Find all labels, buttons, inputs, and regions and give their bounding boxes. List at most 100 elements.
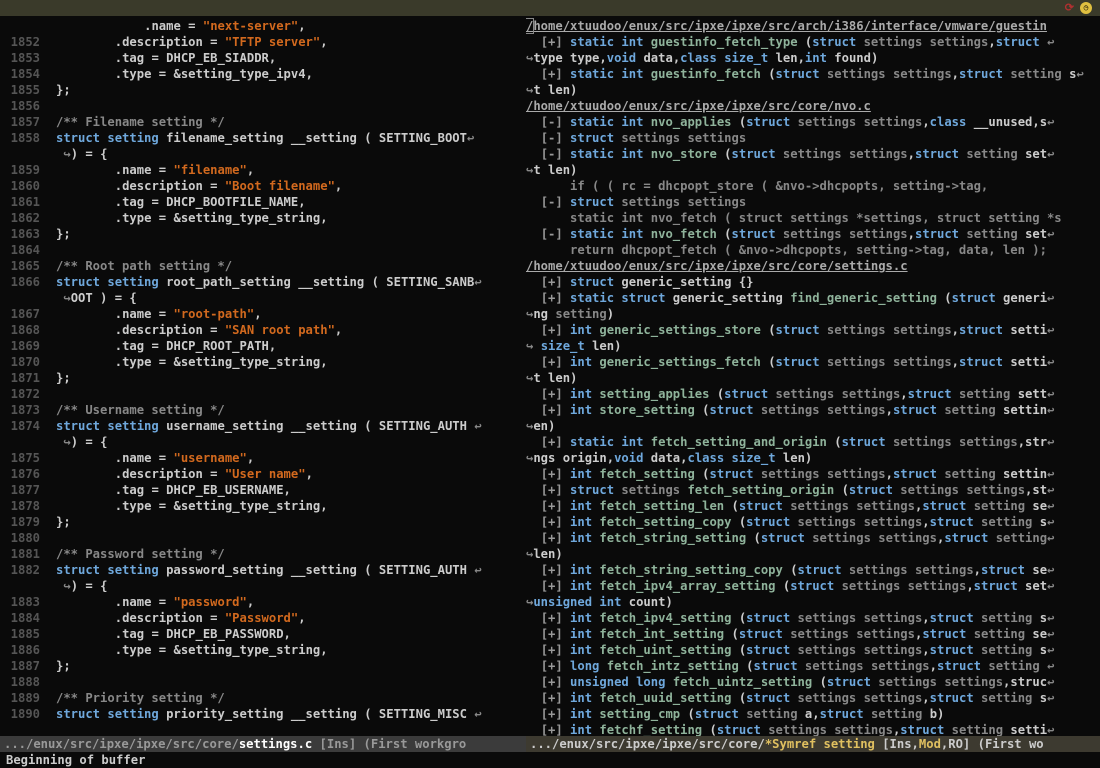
symref-path[interactable]: /home/xtuudoo/enux/src/ipxe/ipxe/src/arc… (526, 18, 1100, 34)
code-line[interactable]: 1888 (0, 674, 526, 690)
code-line[interactable]: 1866struct setting root_path_setting __s… (0, 274, 526, 290)
code-line[interactable]: 1868 .description = "SAN root path", (0, 322, 526, 338)
code-line[interactable]: 1882struct setting password_setting __se… (0, 562, 526, 578)
code-line[interactable]: 1863}; (0, 226, 526, 242)
code-line[interactable]: 1864 (0, 242, 526, 258)
symref-line[interactable]: [+] int generic_settings_fetch (struct s… (526, 354, 1100, 370)
code-line[interactable]: 1854 .type = &setting_type_ipv4, (0, 66, 526, 82)
symref-line[interactable]: [+] int store_setting (struct settings s… (526, 402, 1100, 418)
symref-line[interactable]: [+] int fetch_setting (struct settings s… (526, 466, 1100, 482)
symref-line[interactable]: [-] static int nvo_store (struct setting… (526, 146, 1100, 162)
symref-line[interactable]: [+] int setting_applies (struct settings… (526, 386, 1100, 402)
code-line[interactable]: 1880 (0, 530, 526, 546)
code-line[interactable]: 1856 (0, 98, 526, 114)
symref-line[interactable]: [+] int fetch_uuid_setting (struct setti… (526, 690, 1100, 706)
modeline-right[interactable]: .../enux/src/ipxe/ipxe/src/core/*Symref … (526, 736, 1100, 752)
symref-line[interactable]: [+] unsigned long fetch_uintz_setting (s… (526, 674, 1100, 690)
code-line[interactable]: 1874struct setting username_setting __se… (0, 418, 526, 434)
modeline-path: .../enux/src/ipxe/ipxe/src/core/ (530, 737, 765, 751)
symref-line[interactable]: [+] int fetch_ipv4_setting (struct setti… (526, 610, 1100, 626)
symref-line[interactable]: ↪ngs origin,void data,class size_t len) (526, 450, 1100, 466)
code-line[interactable]: 1871}; (0, 370, 526, 386)
symref-line[interactable]: ↪en) (526, 418, 1100, 434)
code-line[interactable]: 1877 .tag = DHCP_EB_USERNAME, (0, 482, 526, 498)
modeline-ro: ,RO] (First wo (941, 737, 1044, 751)
symref-line[interactable]: [-] static int nvo_fetch (struct setting… (526, 226, 1100, 242)
code-line[interactable]: ↪) = { (0, 146, 526, 162)
code-line[interactable]: 1852 .description = "TFTP server", (0, 34, 526, 50)
modeline-filename: *Symref setting (765, 737, 875, 751)
code-line[interactable]: 1889/** Priority setting */ (0, 690, 526, 706)
code-line[interactable]: 1890struct setting priority_setting __se… (0, 706, 526, 722)
code-line[interactable]: ↪) = { (0, 578, 526, 594)
code-line[interactable]: 1860 .description = "Boot filename", (0, 178, 526, 194)
symref-line[interactable]: [+] struct settings fetch_setting_origin… (526, 482, 1100, 498)
code-line[interactable]: 1886 .type = &setting_type_string, (0, 642, 526, 658)
code-line[interactable]: 1885 .tag = DHCP_EB_PASSWORD, (0, 626, 526, 642)
code-line[interactable]: 1862 .type = &setting_type_string, (0, 210, 526, 226)
code-line[interactable]: 1861 .tag = DHCP_BOOTFILE_NAME, (0, 194, 526, 210)
symref-line[interactable]: ↪type type,void data,class size_t len,in… (526, 50, 1100, 66)
symref-line[interactable]: static int nvo_fetch ( struct settings *… (526, 210, 1100, 226)
code-line[interactable]: .name = "next-server", (0, 18, 526, 34)
code-line[interactable]: 1876 .description = "User name", (0, 466, 526, 482)
symref-line[interactable]: [+] int generic_settings_store (struct s… (526, 322, 1100, 338)
code-line[interactable]: 1875 .name = "username", (0, 450, 526, 466)
symref-line[interactable]: ↪t len) (526, 162, 1100, 178)
symref-line[interactable]: [+] struct generic_setting {} (526, 274, 1100, 290)
code-line[interactable]: 1878 .type = &setting_type_string, (0, 498, 526, 514)
modeline-path: .../enux/src/ipxe/ipxe/src/core/ (4, 737, 239, 751)
symref-line[interactable]: [+] static int fetch_setting_and_origin … (526, 434, 1100, 450)
symref-line[interactable]: ↪t len) (526, 370, 1100, 386)
code-line[interactable]: 1865/** Root path setting */ (0, 258, 526, 274)
code-line[interactable]: 1859 .name = "filename", (0, 162, 526, 178)
right-symref-pane[interactable]: /home/xtuudoo/enux/src/ipxe/ipxe/src/arc… (526, 16, 1100, 752)
symref-line[interactable]: [+] int fetch_string_setting_copy (struc… (526, 562, 1100, 578)
symref-line[interactable]: [+] int fetch_uint_setting (struct setti… (526, 642, 1100, 658)
symref-line[interactable]: [+] static struct generic_setting find_g… (526, 290, 1100, 306)
modeline-status: [Ins] (First workgro (312, 737, 466, 751)
code-line[interactable]: 1853 .tag = DHCP_EB_SIADDR, (0, 50, 526, 66)
symref-line[interactable]: if ( ( rc = dhcpopt_store ( &nvo->dhcpop… (526, 178, 1100, 194)
code-line[interactable]: 1867 .name = "root-path", (0, 306, 526, 322)
symref-line[interactable]: ↪ size_t len) (526, 338, 1100, 354)
symref-line[interactable]: [-] struct settings settings (526, 194, 1100, 210)
code-line[interactable]: 1870 .type = &setting_type_string, (0, 354, 526, 370)
code-line[interactable]: 1879}; (0, 514, 526, 530)
symref-line[interactable]: [-] static int nvo_applies (struct setti… (526, 114, 1100, 130)
code-line[interactable]: 1887}; (0, 658, 526, 674)
symref-line[interactable]: [+] int fetch_setting_len (struct settin… (526, 498, 1100, 514)
symref-line[interactable]: ↪unsigned int count) (526, 594, 1100, 610)
code-line[interactable]: 1883 .name = "password", (0, 594, 526, 610)
minibuffer[interactable]: Beginning of buffer (0, 752, 1100, 768)
code-line[interactable]: 1858struct setting filename_setting __se… (0, 130, 526, 146)
symref-line[interactable]: [+] int fetch_int_setting (struct settin… (526, 626, 1100, 642)
symref-line[interactable]: ↪len) (526, 546, 1100, 562)
code-line[interactable]: 1869 .tag = DHCP_ROOT_PATH, (0, 338, 526, 354)
symref-line[interactable]: ↪ng setting) (526, 306, 1100, 322)
symref-line[interactable]: [+] long fetch_intz_setting (struct sett… (526, 658, 1100, 674)
left-editor-pane[interactable]: .name = "next-server",1852 .description … (0, 16, 526, 752)
symref-path[interactable]: /home/xtuudoo/enux/src/ipxe/ipxe/src/cor… (526, 258, 1100, 274)
symref-line[interactable]: [-] struct settings settings (526, 130, 1100, 146)
clock-icon: ◷ (1080, 2, 1092, 14)
code-line[interactable]: ↪) = { (0, 434, 526, 450)
symref-line[interactable]: [+] int fetch_setting_copy (struct setti… (526, 514, 1100, 530)
symref-line[interactable]: return dhcpopt_fetch ( &nvo->dhcpopts, s… (526, 242, 1100, 258)
code-line[interactable]: ↪OOT ) = { (0, 290, 526, 306)
modeline-left[interactable]: .../enux/src/ipxe/ipxe/src/core/settings… (0, 736, 526, 752)
code-line[interactable]: 1857/** Filename setting */ (0, 114, 526, 130)
code-line[interactable]: 1872 (0, 386, 526, 402)
code-line[interactable]: 1855}; (0, 82, 526, 98)
sync-icon: ⟳ (1065, 0, 1074, 16)
code-line[interactable]: 1873/** Username setting */ (0, 402, 526, 418)
symref-line[interactable]: [+] static int guestinfo_fetch_type (str… (526, 34, 1100, 50)
symref-path[interactable]: /home/xtuudoo/enux/src/ipxe/ipxe/src/cor… (526, 98, 1100, 114)
code-line[interactable]: 1881/** Password setting */ (0, 546, 526, 562)
symref-line[interactable]: [+] int setting_cmp (struct setting a,st… (526, 706, 1100, 722)
symref-line[interactable]: ↪t len) (526, 82, 1100, 98)
symref-line[interactable]: [+] int fetch_ipv4_array_setting (struct… (526, 578, 1100, 594)
code-line[interactable]: 1884 .description = "Password", (0, 610, 526, 626)
symref-line[interactable]: [+] int fetch_string_setting (struct set… (526, 530, 1100, 546)
symref-line[interactable]: [+] static int guestinfo_fetch (struct s… (526, 66, 1100, 82)
